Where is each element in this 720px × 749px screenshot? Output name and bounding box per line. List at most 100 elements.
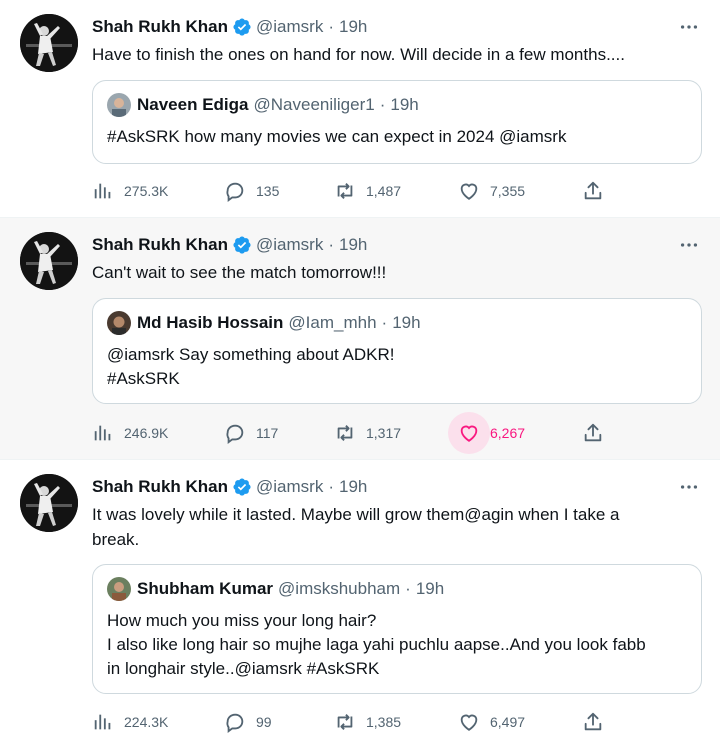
separator-dot: · (405, 579, 411, 598)
quoted-tweet-text-line: #AskSRK (107, 369, 180, 388)
retweet-count: 1,317 (366, 425, 402, 441)
heart-icon (458, 422, 480, 444)
verified-badge-icon (232, 17, 252, 37)
speech-bubble-icon (224, 422, 246, 444)
quoted-tweet-text-line: @iamsrk Say something about ADKR! (107, 345, 395, 364)
quoted-tweet-text-line: I also like long hair so mujhe laga yahi… (107, 635, 646, 654)
quoted-tweet[interactable]: Shubham Kumar @imskshubham · 19h How muc… (92, 564, 702, 694)
verified-badge-icon (232, 235, 252, 255)
share-icon (582, 180, 604, 202)
tweet-feed: Shah Rukh Khan @iamsrk · 19h Have to fin… (0, 0, 720, 749)
avatar[interactable] (20, 232, 78, 290)
retweet-button[interactable]: 1,317 (334, 418, 401, 448)
share-button[interactable] (582, 176, 604, 206)
like-button[interactable]: 6,267 (448, 412, 526, 454)
like-button[interactable]: 6,497 (458, 707, 525, 737)
tweet-actions: 275.3K 135 1,487 7,355 (92, 176, 704, 206)
bar-chart-icon (92, 180, 114, 202)
quoted-avatar (107, 577, 131, 601)
separator-dot: · (379, 95, 386, 114)
retweet-button[interactable]: 1,487 (334, 176, 401, 206)
tweet[interactable]: Shah Rukh Khan @iamsrk · 19h It was love… (0, 460, 720, 749)
tweet[interactable]: Shah Rukh Khan @iamsrk · 19h Can't wait … (0, 218, 720, 460)
separator-dot: · (381, 313, 388, 332)
quoted-timestamp: 19h (390, 95, 419, 114)
views-button[interactable]: 224.3K (92, 707, 168, 737)
separator-dot: · (328, 235, 334, 254)
views-button[interactable]: 246.9K (92, 418, 168, 448)
tweet-text: Have to finish the ones on hand for now.… (92, 45, 625, 64)
retweet-count: 1,487 (366, 183, 402, 199)
speech-bubble-icon (224, 180, 246, 202)
verified-badge-icon (232, 477, 252, 497)
views-count: 246.9K (124, 425, 169, 441)
more-dots-icon[interactable] (678, 476, 700, 498)
retweet-count: 1,385 (366, 714, 402, 730)
timestamp[interactable]: 19h (339, 476, 367, 498)
quoted-author-name: Shubham Kumar (137, 579, 274, 598)
avatar[interactable] (20, 14, 78, 72)
timestamp[interactable]: 19h (339, 16, 367, 38)
tweet-text-line: break. (92, 530, 140, 549)
tweet-text-line: It was lovely while it lasted. Maybe wil… (92, 505, 620, 524)
more-dots-icon[interactable] (678, 234, 700, 256)
quoted-tweet-text: #AskSRK how many movies we can expect in… (107, 127, 567, 146)
quoted-author-name: Naveen Ediga (137, 95, 249, 114)
reply-button[interactable]: 135 (224, 176, 279, 206)
quoted-avatar (107, 93, 131, 117)
tweet-header: Shah Rukh Khan @iamsrk · 19h (92, 16, 367, 38)
like-count: 6,497 (490, 714, 526, 730)
more-dots-icon[interactable] (678, 16, 700, 38)
tweet-actions: 246.9K 117 1,317 6,267 (92, 412, 704, 454)
author-name[interactable]: Shah Rukh Khan (92, 234, 228, 256)
quoted-tweet-header: Naveen Ediga @Naveeniliger1 · 19h (107, 93, 419, 117)
heart-icon (458, 711, 480, 733)
quoted-author-handle: @Naveeniliger1 (253, 95, 375, 114)
reply-button[interactable]: 117 (224, 418, 278, 448)
author-handle[interactable]: @iamsrk (256, 476, 323, 498)
tweet-actions: 224.3K 99 1,385 6,497 (92, 707, 704, 737)
reply-count: 99 (256, 714, 272, 730)
reply-button[interactable]: 99 (224, 707, 272, 737)
quoted-timestamp: 19h (392, 313, 421, 332)
speech-bubble-icon (224, 711, 246, 733)
heart-icon (458, 180, 480, 202)
quoted-author-handle: @Iam_mhh (288, 313, 377, 332)
like-count: 6,267 (490, 425, 526, 441)
quoted-tweet-header: Md Hasib Hossain @Iam_mhh · 19h (107, 311, 421, 335)
author-handle[interactable]: @iamsrk (256, 234, 323, 256)
reply-count: 135 (256, 183, 280, 199)
quoted-author-name: Md Hasib Hossain (137, 313, 284, 332)
avatar[interactable] (20, 474, 78, 532)
quoted-tweet-text-line: in longhair style..@iamsrk #AskSRK (107, 659, 380, 678)
author-name[interactable]: Shah Rukh Khan (92, 476, 228, 498)
quoted-tweet[interactable]: Naveen Ediga @Naveeniliger1 · 19h #AskSR… (92, 80, 702, 164)
author-handle[interactable]: @iamsrk (256, 16, 323, 38)
tweet-header: Shah Rukh Khan @iamsrk · 19h (92, 234, 367, 256)
views-count: 224.3K (124, 714, 169, 730)
share-icon (582, 711, 604, 733)
quoted-avatar (107, 311, 131, 335)
tweet[interactable]: Shah Rukh Khan @iamsrk · 19h Have to fin… (0, 0, 720, 218)
quoted-tweet[interactable]: Md Hasib Hossain @Iam_mhh · 19h @iamsrk … (92, 298, 702, 404)
separator-dot: · (328, 477, 334, 496)
quoted-tweet-header: Shubham Kumar @imskshubham · 19h (107, 577, 444, 601)
views-count: 275.3K (124, 183, 169, 199)
retweet-icon (334, 711, 356, 733)
share-icon (582, 422, 604, 444)
share-button[interactable] (582, 418, 604, 448)
retweet-button[interactable]: 1,385 (334, 707, 401, 737)
bar-chart-icon (92, 422, 114, 444)
share-button[interactable] (582, 707, 604, 737)
like-count: 7,355 (490, 183, 526, 199)
retweet-icon (334, 422, 356, 444)
like-button[interactable]: 7,355 (458, 176, 525, 206)
quoted-author-handle: @imskshubham (278, 579, 401, 598)
timestamp[interactable]: 19h (339, 234, 367, 256)
quoted-timestamp: 19h (415, 579, 445, 598)
author-name[interactable]: Shah Rukh Khan (92, 16, 228, 38)
tweet-text: Can't wait to see the match tomorrow!!! (92, 263, 387, 282)
separator-dot: · (328, 17, 334, 36)
views-button[interactable]: 275.3K (92, 176, 168, 206)
retweet-icon (334, 180, 356, 202)
